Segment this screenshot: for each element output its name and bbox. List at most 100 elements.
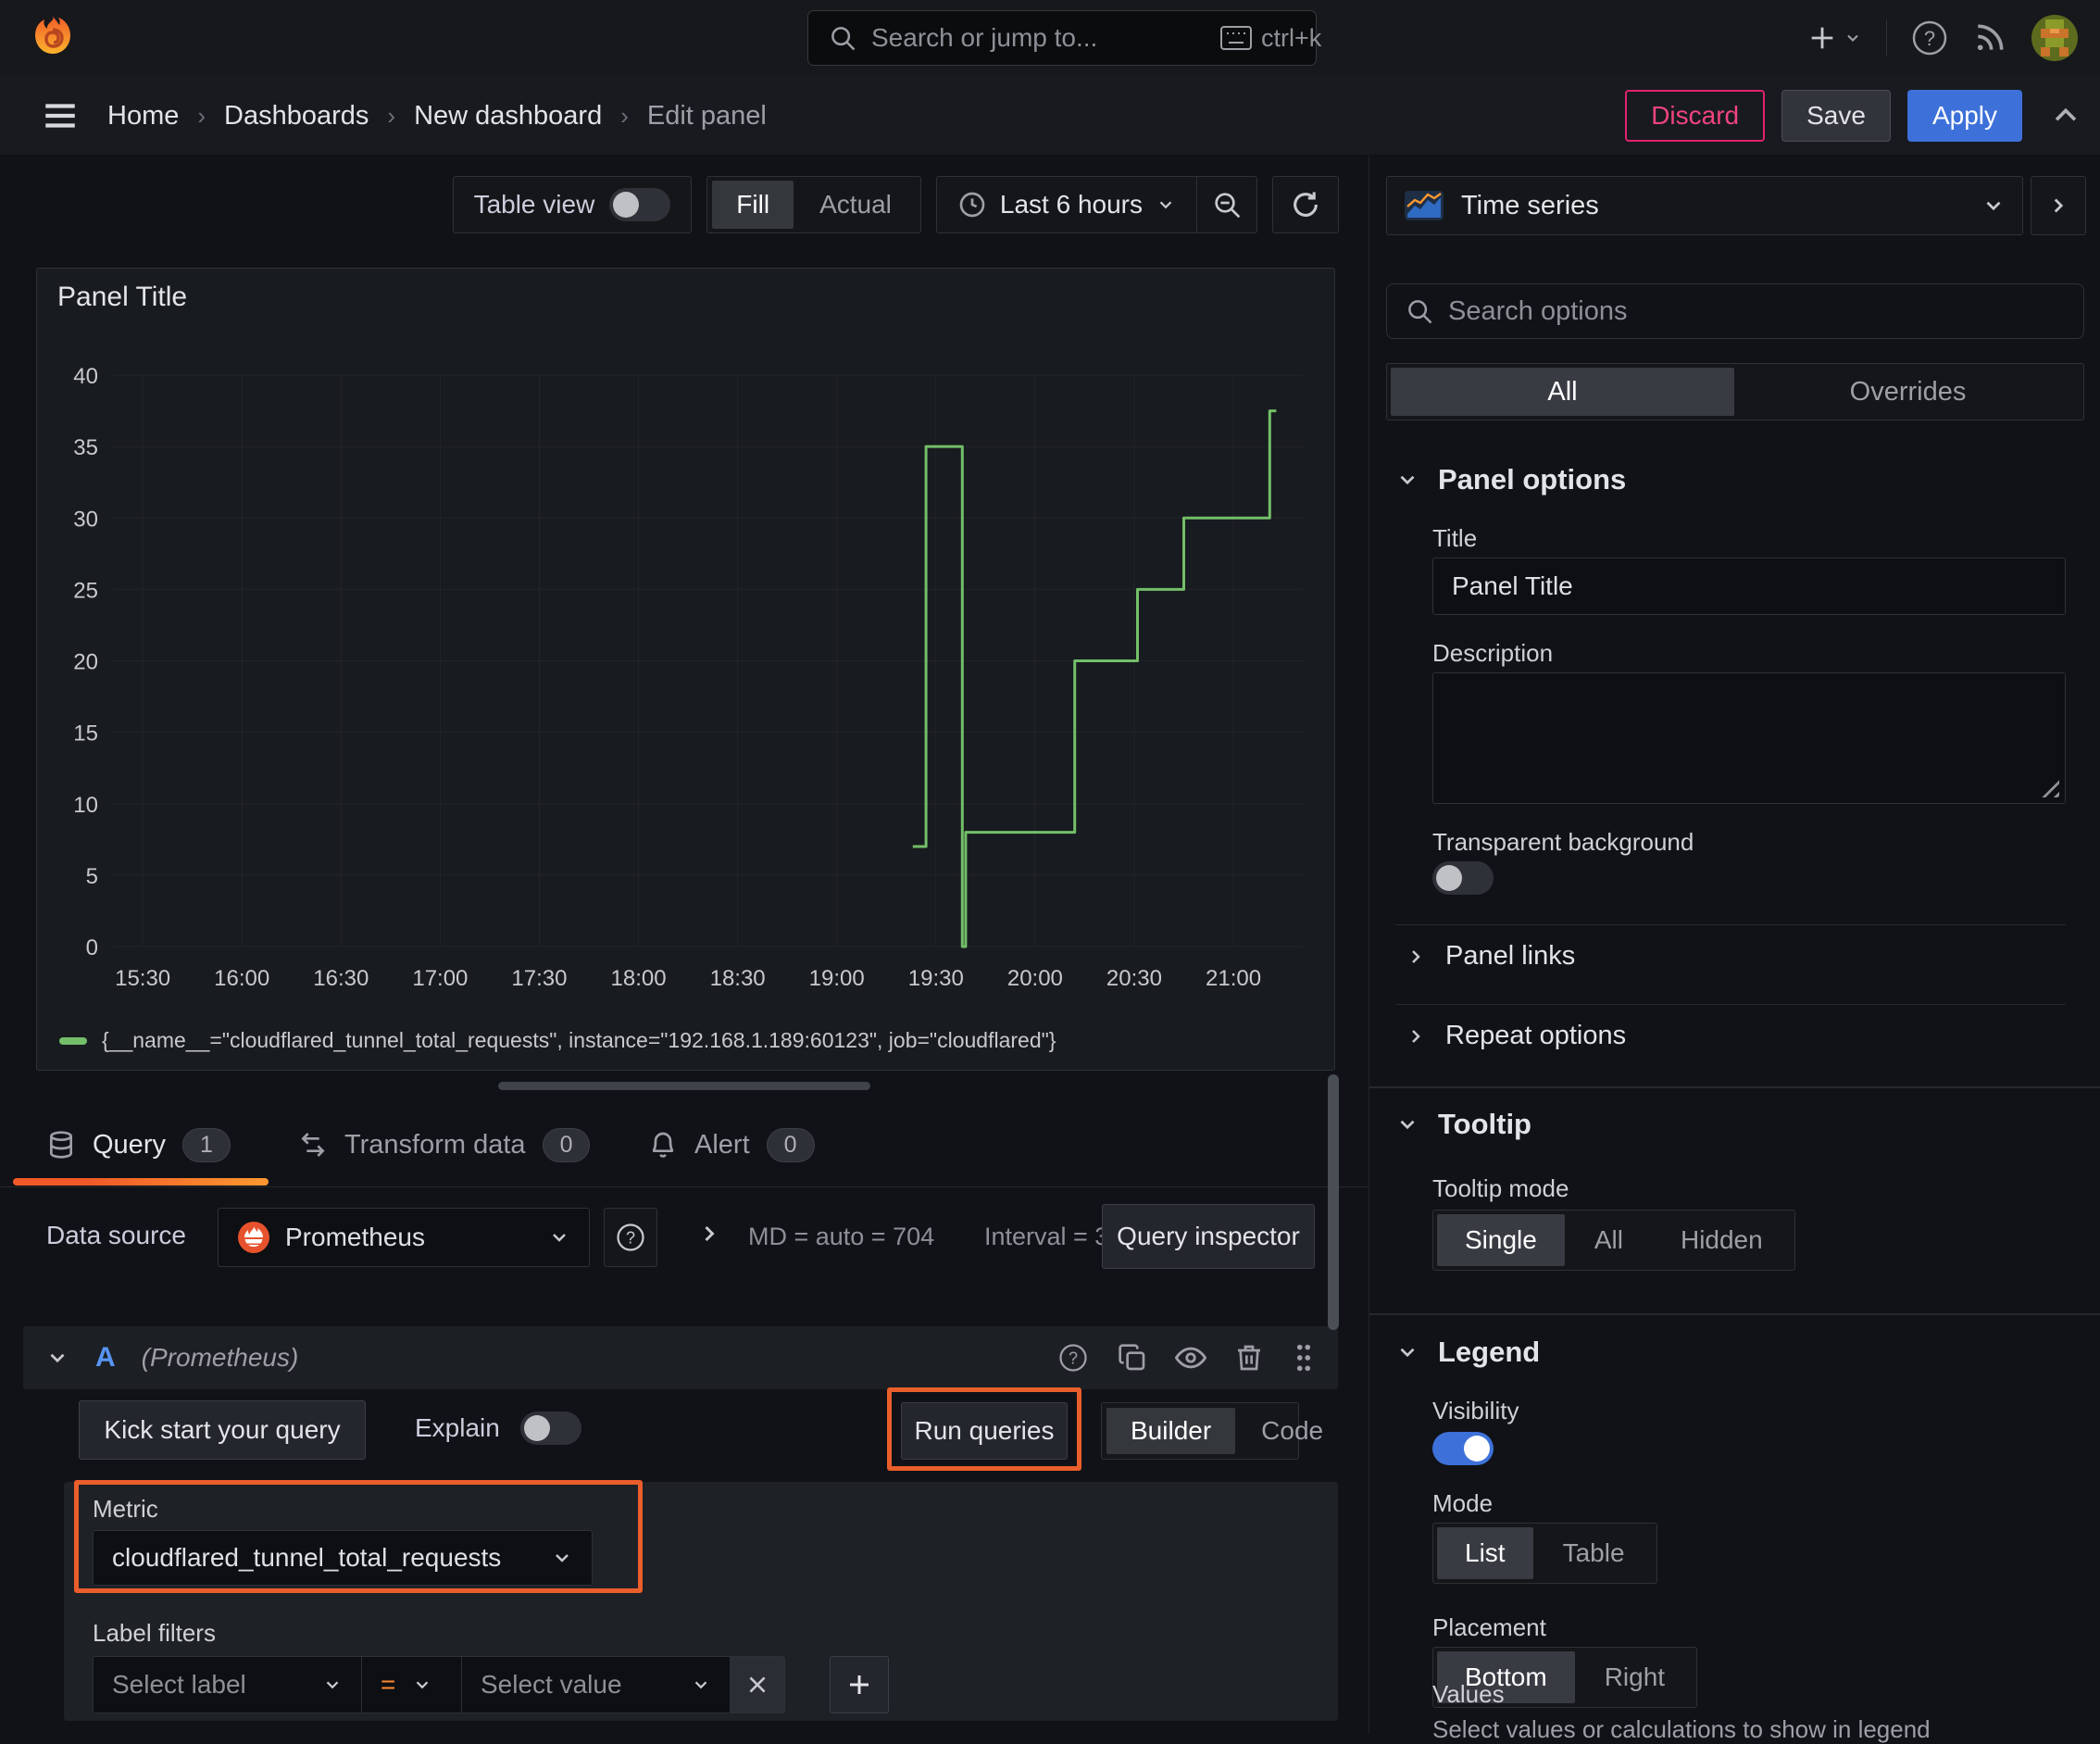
chevron-down-icon	[1400, 1348, 1415, 1358]
collapse-sidebar-button[interactable]	[2031, 176, 2086, 235]
tab-alert[interactable]: Alert 0	[648, 1111, 815, 1178]
tab-overrides[interactable]: Overrides	[1736, 368, 2080, 416]
breadcrumb-separator: ›	[620, 101, 629, 130]
query-row-header[interactable]: A (Prometheus) ?	[23, 1326, 1338, 1389]
remove-filter-button[interactable]	[731, 1657, 784, 1713]
transform-count-badge: 0	[542, 1127, 591, 1162]
legend-mode-table[interactable]: Table	[1535, 1527, 1653, 1579]
apply-button[interactable]: Apply	[1906, 90, 2022, 142]
legend-mode-list[interactable]: List	[1437, 1527, 1533, 1579]
topbar-divider	[1886, 19, 1887, 56]
chevron-right-icon	[1412, 1029, 1420, 1043]
select-label-dropdown[interactable]: Select label	[94, 1657, 362, 1713]
chevron-up-icon[interactable]	[2050, 100, 2081, 132]
save-button[interactable]: Save	[1781, 90, 1891, 142]
time-series-viz-icon	[1404, 190, 1444, 221]
zoom-out-button[interactable]	[1197, 177, 1256, 232]
code-option[interactable]: Code	[1237, 1408, 1347, 1454]
legend-placement-right[interactable]: Right	[1577, 1651, 1693, 1703]
repeat-options-section[interactable]: Repeat options	[1405, 1021, 1626, 1051]
add-filter-button[interactable]	[830, 1656, 889, 1713]
run-queries-button[interactable]: Run queries	[901, 1402, 1068, 1460]
datasource-picker[interactable]: Prometheus	[218, 1208, 590, 1267]
legend-series-swatch[interactable]	[59, 1036, 87, 1045]
new-menu-button[interactable]	[1806, 22, 1862, 54]
duplicate-query-icon[interactable]	[1118, 1343, 1147, 1373]
bell-icon	[648, 1130, 678, 1160]
tooltip-mode-label: Tooltip mode	[1432, 1174, 1569, 1202]
user-avatar[interactable]	[2031, 15, 2078, 61]
divider	[1395, 924, 2066, 925]
metric-select[interactable]: cloudflared_tunnel_total_requests	[93, 1530, 593, 1586]
chart-legend[interactable]: {__name__="cloudflared_tunnel_total_requ…	[59, 1028, 1056, 1053]
news-rss-icon[interactable]	[1972, 20, 2007, 56]
legend-section-header[interactable]: Legend	[1395, 1336, 1540, 1369]
datasource-name: Prometheus	[285, 1223, 425, 1251]
panel-title-input[interactable]	[1432, 558, 2066, 615]
svg-text:0: 0	[86, 935, 98, 960]
tooltip-hidden-option[interactable]: Hidden	[1653, 1214, 1791, 1266]
table-view-toggle-group[interactable]: Table view	[452, 176, 693, 233]
svg-text:18:30: 18:30	[710, 966, 766, 991]
delete-query-trash-icon[interactable]	[1234, 1343, 1264, 1373]
fill-option[interactable]: Fill	[712, 181, 794, 229]
datasource-help-button[interactable]: ?	[604, 1208, 657, 1267]
search-input[interactable]	[871, 23, 1206, 53]
datasource-label: Data source	[46, 1221, 186, 1249]
description-textarea[interactable]	[1432, 672, 2066, 804]
search-shortcut: ctrl+k	[1220, 24, 1321, 53]
legend-visibility-toggle[interactable]	[1432, 1432, 1494, 1465]
breadcrumb-home[interactable]: Home	[107, 101, 179, 132]
drag-handle-icon[interactable]	[1292, 1342, 1316, 1374]
search-icon	[1406, 297, 1433, 325]
panel-title[interactable]: Panel Title	[57, 282, 187, 313]
operator-dropdown[interactable]: =	[362, 1657, 462, 1713]
menu-toggle-icon[interactable]	[41, 96, 80, 135]
svg-text:16:00: 16:00	[214, 966, 269, 991]
explain-toggle[interactable]	[519, 1412, 581, 1445]
svg-text:?: ?	[626, 1228, 635, 1247]
builder-option[interactable]: Builder	[1106, 1408, 1236, 1454]
time-range-picker[interactable]: Last 6 hours	[937, 177, 1196, 232]
tab-transform[interactable]: Transform data 0	[298, 1111, 591, 1178]
tab-query[interactable]: Query 1	[46, 1111, 231, 1178]
svg-text:16:30: 16:30	[313, 966, 369, 991]
table-view-toggle[interactable]	[609, 188, 671, 221]
options-search-input[interactable]	[1448, 295, 2065, 327]
query-help-icon[interactable]: ?	[1056, 1341, 1090, 1374]
panel-preview[interactable]: Panel Title 0 5 10 15 20 25 30 35 40 15:30 16:00 16…	[36, 268, 1335, 1071]
refresh-button[interactable]	[1272, 176, 1339, 233]
tooltip-section-header[interactable]: Tooltip	[1395, 1108, 1531, 1141]
active-tab-underline	[13, 1178, 269, 1186]
time-series-chart[interactable]: 0 5 10 15 20 25 30 35 40 15:30 16:00 16:30 17:00 17:3…	[37, 326, 1334, 1008]
grafana-logo-icon[interactable]	[28, 13, 78, 63]
breadcrumb-dashboards[interactable]: Dashboards	[224, 101, 369, 132]
options-search-box[interactable]	[1386, 283, 2084, 339]
panel-options-header[interactable]: Panel options	[1395, 463, 1626, 496]
collapse-query-chevron-icon[interactable]	[45, 1346, 69, 1370]
panel-links-section[interactable]: Panel links	[1405, 941, 1575, 972]
discard-button[interactable]: Discard	[1625, 90, 1766, 142]
actual-option[interactable]: Actual	[795, 181, 916, 229]
main-scrollbar-thumb[interactable]	[1328, 1074, 1339, 1330]
collapse-options-chevron-icon[interactable]	[696, 1221, 722, 1247]
tooltip-single-option[interactable]: Single	[1437, 1214, 1565, 1266]
toggle-visibility-eye-icon[interactable]	[1175, 1342, 1206, 1374]
query-ref-id[interactable]: A	[95, 1342, 116, 1374]
global-search[interactable]: ctrl+k	[807, 10, 1321, 66]
kick-start-query-button[interactable]: Kick start your query	[79, 1400, 366, 1460]
prometheus-icon	[237, 1221, 270, 1254]
visualization-picker[interactable]: Time series	[1386, 176, 2023, 235]
tab-alert-label: Alert	[694, 1129, 750, 1160]
select-value-dropdown[interactable]: Select value	[462, 1657, 731, 1713]
query-inspector-button[interactable]: Query inspector	[1102, 1204, 1315, 1269]
transparent-background-toggle[interactable]	[1432, 861, 1494, 895]
breadcrumb-new-dashboard[interactable]: New dashboard	[414, 101, 602, 132]
legend-series-label[interactable]: {__name__="cloudflared_tunnel_total_requ…	[102, 1028, 1056, 1053]
pane-resize-handle[interactable]	[498, 1082, 870, 1090]
tooltip-mode-switch: Single All Hidden	[1432, 1210, 1795, 1271]
tab-all[interactable]: All	[1391, 368, 1734, 416]
tooltip-all-option[interactable]: All	[1567, 1214, 1651, 1266]
resize-grip-icon[interactable]	[2041, 779, 2059, 797]
help-icon[interactable]: ?	[1911, 19, 1948, 56]
